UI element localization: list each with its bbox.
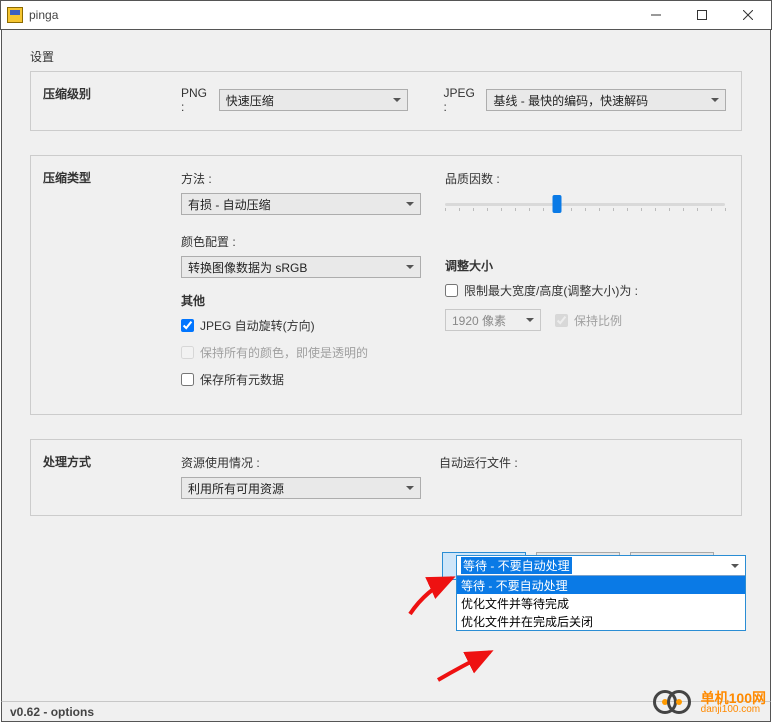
- max-size-select[interactable]: 1920 像素: [445, 309, 541, 331]
- maximize-button[interactable]: [679, 1, 725, 29]
- color-label: 颜色配置 :: [181, 233, 445, 250]
- method-label: 方法 :: [181, 170, 445, 187]
- app-icon: [7, 7, 23, 23]
- keep-colors-label: 保持所有的颜色，即使是透明的: [200, 344, 368, 361]
- other-label: 其他: [181, 292, 445, 309]
- title-bar: pinga: [0, 0, 772, 30]
- png-compression-select[interactable]: 快速压缩: [219, 89, 408, 111]
- annotation-arrow-icon: [434, 646, 504, 689]
- resource-label: 资源使用情况 :: [181, 454, 439, 471]
- group-compression-level: 压缩级别 PNG : 快速压缩 JPEG : 基线 - 最快的编码，快速解码: [30, 71, 742, 131]
- status-text: v0.62 - options: [10, 705, 94, 719]
- keep-ratio-label: 保持比例: [574, 312, 622, 329]
- client-area: 设置 压缩级别 PNG : 快速压缩 JPEG : 基线 - 最快的编码，快速解…: [1, 30, 771, 701]
- quality-label: 品质因数 :: [445, 170, 725, 187]
- minimize-button[interactable]: [633, 1, 679, 29]
- limit-size-checkbox[interactable]: 限制最大宽度/高度(调整大小)为 :: [445, 282, 725, 299]
- keep-colors-checkbox[interactable]: 保持所有的颜色，即使是透明的: [181, 344, 445, 361]
- resource-value: 利用所有可用资源: [188, 480, 284, 497]
- autorun-option-list: 等待 - 不要自动处理 优化文件并等待完成 优化文件并在完成后关闭: [457, 576, 745, 630]
- autorun-select-display[interactable]: 等待 - 不要自动处理: [457, 556, 745, 576]
- jpeg-autorotate-label: JPEG 自动旋转(方向): [200, 317, 315, 334]
- png-label: PNG :: [181, 86, 213, 114]
- group-compression-type-label: 压缩类型: [43, 169, 91, 186]
- group-compression-type: 压缩类型 方法 : 有损 - 自动压缩 颜色配置 : 转换图像数据为 sRGB …: [30, 155, 742, 415]
- keep-metadata-checkbox[interactable]: 保存所有元数据: [181, 371, 445, 388]
- group-processing: 处理方式 资源使用情况 : 利用所有可用资源 自动运行文件 :: [30, 439, 742, 516]
- autorun-select[interactable]: 等待 - 不要自动处理 等待 - 不要自动处理 优化文件并等待完成 优化文件并在…: [456, 555, 746, 631]
- color-profile-value: 转换图像数据为 sRGB: [188, 259, 307, 276]
- close-button[interactable]: [725, 1, 771, 29]
- group-processing-label: 处理方式: [43, 453, 91, 470]
- jpeg-label: JPEG :: [443, 86, 480, 114]
- jpeg-compression-value: 基线 - 最快的编码，快速解码: [493, 92, 648, 109]
- resource-select[interactable]: 利用所有可用资源: [181, 477, 421, 499]
- autorun-option[interactable]: 等待 - 不要自动处理: [457, 576, 745, 594]
- resize-label: 调整大小: [445, 257, 725, 274]
- autorun-option[interactable]: 优化文件并等待完成: [457, 594, 745, 612]
- window-buttons: [633, 1, 771, 29]
- autorun-select-value: 等待 - 不要自动处理: [461, 557, 572, 574]
- page-title: 设置: [30, 48, 742, 65]
- autorun-label: 自动运行文件 :: [439, 454, 725, 471]
- window-title: pinga: [29, 8, 58, 22]
- max-size-value: 1920 像素: [452, 312, 506, 329]
- autorun-option[interactable]: 优化文件并在完成后关闭: [457, 612, 745, 630]
- limit-size-label: 限制最大宽度/高度(调整大小)为 :: [464, 282, 638, 299]
- jpeg-autorotate-checkbox[interactable]: JPEG 自动旋转(方向): [181, 317, 445, 334]
- group-compression-level-label: 压缩级别: [43, 85, 91, 102]
- jpeg-compression-select[interactable]: 基线 - 最快的编码，快速解码: [486, 89, 726, 111]
- keep-ratio-checkbox[interactable]: 保持比例: [555, 312, 622, 329]
- method-value: 有损 - 自动压缩: [188, 196, 271, 213]
- png-compression-value: 快速压缩: [226, 92, 274, 109]
- method-select[interactable]: 有损 - 自动压缩: [181, 193, 421, 215]
- status-bar: v0.62 - options: [1, 701, 771, 722]
- color-profile-select[interactable]: 转换图像数据为 sRGB: [181, 256, 421, 278]
- keep-metadata-label: 保存所有元数据: [200, 371, 284, 388]
- quality-slider[interactable]: [445, 193, 725, 215]
